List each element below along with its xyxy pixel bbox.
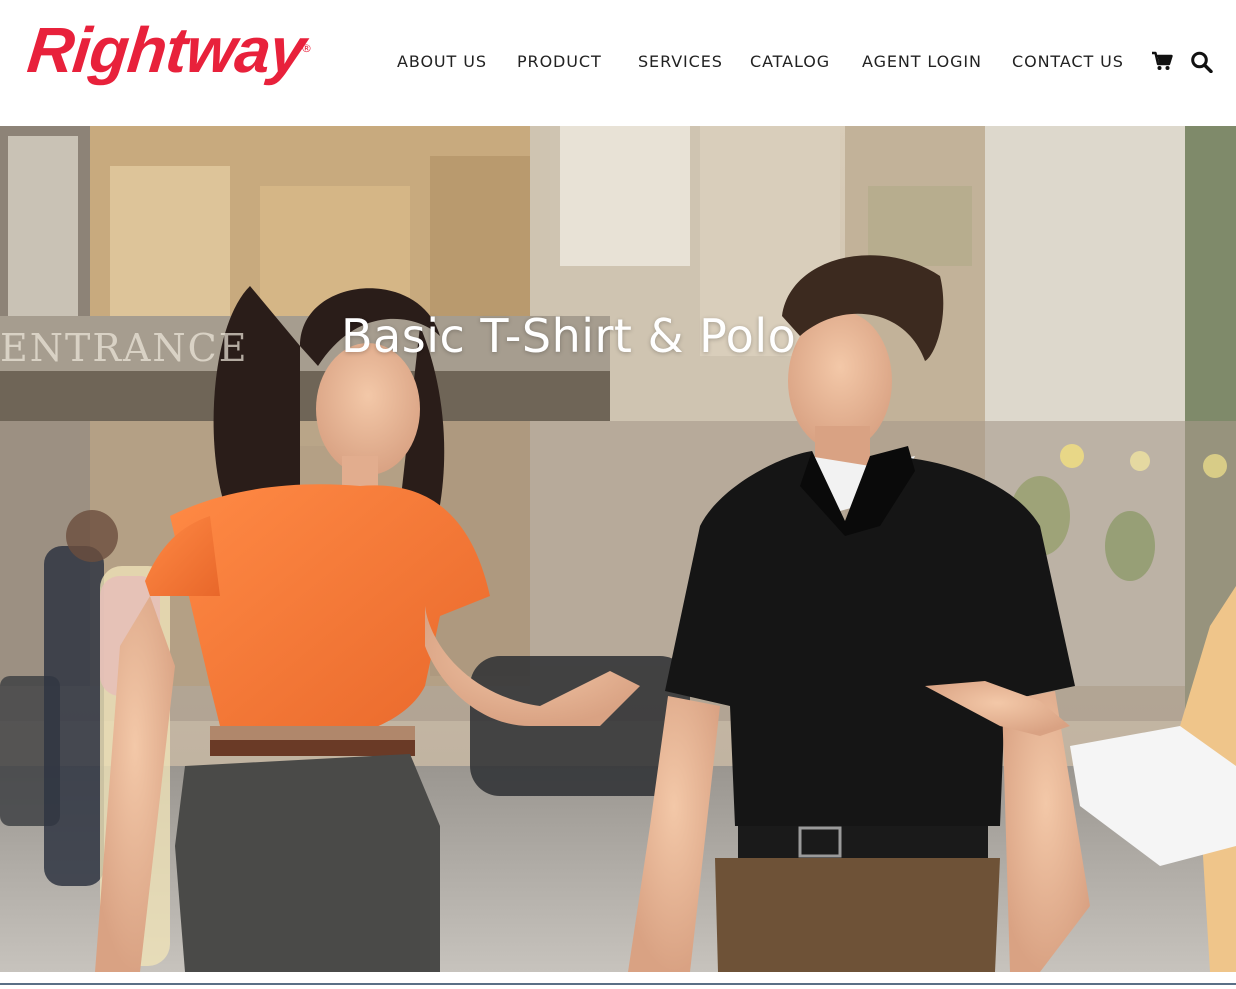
hero-title: Basic T-Shirt & Polo xyxy=(341,309,797,363)
nav-product[interactable]: PRODUCT xyxy=(517,52,602,72)
hero-banner: ENTRANCE Basic T-Shirt & Polo xyxy=(0,126,1236,972)
search-icon[interactable] xyxy=(1190,51,1214,78)
nav-services[interactable]: SERVICES xyxy=(638,52,723,72)
cart-icon[interactable] xyxy=(1151,51,1173,76)
page-bottom-strip xyxy=(0,972,1236,989)
footer-divider xyxy=(0,983,1236,985)
site-header: Rightway ® ABOUT US PRODUCT SERVICES CAT… xyxy=(0,0,1236,126)
nav-agent-login[interactable]: AGENT LOGIN xyxy=(862,52,982,72)
rightway-logo[interactable]: Rightway xyxy=(24,14,308,86)
nav-contact-us[interactable]: CONTACT US xyxy=(1012,52,1124,72)
background-entrance-sign: ENTRANCE xyxy=(0,326,249,370)
hero-photo xyxy=(0,126,1236,972)
registered-mark: ® xyxy=(301,42,312,55)
nav-about-us[interactable]: ABOUT US xyxy=(397,52,487,72)
nav-catalog[interactable]: CATALOG xyxy=(750,52,830,72)
